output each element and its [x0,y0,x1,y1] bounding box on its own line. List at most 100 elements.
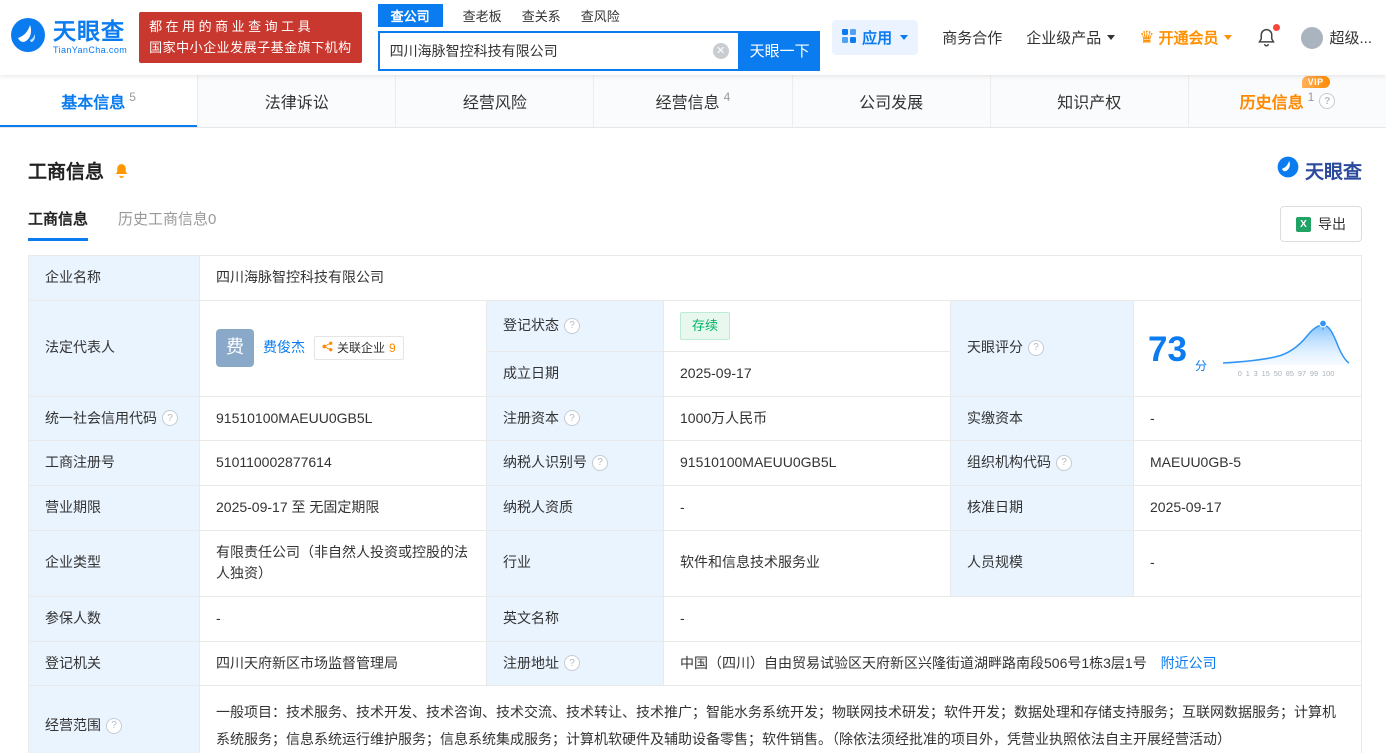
caret-down-icon [1224,35,1233,40]
table-row: 参保人数 - 英文名称 - [28,595,1362,642]
search-tab-relation[interactable]: 查关系 [522,6,561,25]
brand-watermark-label: 天眼查 [1304,161,1362,183]
search-tab-company[interactable]: 查公司 [377,4,443,27]
reg-no-value: 510110002877614 [199,440,487,486]
search-tab-boss[interactable]: 查老板 [463,6,502,25]
tab-company-development[interactable]: 公司发展 [793,75,991,127]
english-name-value: - [663,595,1362,642]
credit-code-label: 统一社会信用代码 [45,409,157,426]
tab-history-info[interactable]: 历史信息 VIP 1 ? [1189,75,1386,127]
est-date-value: 2025-09-17 [663,350,951,397]
credit-code-value: 91510100MAEUU0GB5L [199,395,487,442]
search-tab-risk[interactable]: 查风险 [581,6,620,25]
score-label-cell: 天眼评分? [950,299,1134,397]
help-icon[interactable]: ? [1319,93,1336,109]
reg-capital-value: 1000万人民币 [663,395,951,442]
search-input[interactable] [379,42,738,59]
table-row: 法定代表人 费 费俊杰 关联企业 9 登记状态 ? 存续 天眼评分 ? 73 分… [28,299,1362,397]
promo-line2: 国家中小企业发展子基金旗下机构 [149,39,352,55]
help-icon[interactable]: ? [106,717,122,734]
staff-size-value: - [1133,529,1362,597]
page: 天眼查 TianYanCha.com 都在用的商业查询工具 国家中小企业发展子基… [0,0,1386,753]
menu-vip[interactable]: ♛ 开通会员 [1139,27,1233,48]
caret-down-icon [1107,35,1116,40]
user-menu[interactable]: 超级... [1301,26,1372,49]
grid-icon [842,28,857,47]
tianyancha-logo-icon [10,17,46,58]
search-row: ✕ 天眼一下 [377,30,820,71]
tab-legal-litigation[interactable]: 法律诉讼 [198,75,397,127]
business-info-table: 企业名称 四川海脉智控科技有限公司 法定代表人 费 费俊杰 关联企业 9 登记状… [28,255,1362,753]
crown-icon: ♛ [1139,28,1155,47]
table-row: 统一社会信用代码? 91510100MAEUU0GB5L 注册资本? 1000万… [28,395,1362,442]
subscribe-bell-icon[interactable] [113,162,130,179]
tab-history-info-wrap: 历史信息 VIP [1240,76,1330,113]
promo-line1: 都在用的商业查询工具 [149,18,315,34]
help-icon[interactable]: ? [564,317,580,334]
tab-basic-info[interactable]: 基本信息 5 [0,75,199,127]
reg-status-value-cell: 存续 [663,299,951,352]
brand-watermark: 天眼查 [1277,156,1362,184]
tab-operation-info-count: 4 [723,90,731,104]
menu-cooperation[interactable]: 商务合作 [942,27,1002,48]
tab-operation-info-label: 经营信息 [655,95,720,112]
address-value-cell: 中国（四川）自由贸易试验区天府新区兴隆街道湖畔路南段506号1栋3层1号 附近公… [663,640,1362,687]
biz-term-label: 营业期限 [28,484,200,531]
table-row: 登记机关 四川天府新区市场监督管理局 注册地址? 中国（四川）自由贸易试验区天府… [28,640,1362,687]
reg-status-label: 登记状态 [503,316,559,333]
org-code-label-cell: 组织机构代码? [950,440,1134,486]
related-enterprise-badge[interactable]: 关联企业 9 [314,335,404,361]
industry-label: 行业 [486,529,664,597]
scope-value: 一般项目：技术服务、技术开发、技术咨询、技术交流、技术转让、技术推广；智能水务系… [199,685,1362,753]
logo-text: 天眼查 TianYanCha.com [53,20,127,55]
address-value: 中国（四川）自由贸易试验区天府新区兴隆街道湖畔路南段506号1栋3层1号 [680,654,1147,671]
score-axis-labels: 0 1 3 15 50 85 97 99 100 [1237,369,1335,378]
menu-enterprise[interactable]: 企业级产品 [1026,27,1116,48]
address-label-cell: 注册地址? [486,640,664,687]
nearby-companies-link[interactable]: 附近公司 [1161,655,1217,671]
notification-dot [1273,24,1281,31]
search-button[interactable]: 天眼一下 [739,30,820,71]
help-icon[interactable]: ? [592,455,608,472]
company-type-label: 企业类型 [28,529,200,597]
legal-rep-avatar[interactable]: 费 [216,329,254,368]
tab-company-development-label: 公司发展 [859,95,924,112]
section-head: 工商信息 天眼查 [28,156,1362,184]
tab-intellectual-property[interactable]: 知识产权 [991,75,1189,127]
score-unit: 分 [1194,358,1207,373]
tianyancha-logo[interactable]: 天眼查 TianYanCha.com [10,17,127,58]
status-badge: 存续 [680,311,731,340]
legal-rep-label: 法定代表人 [28,299,200,397]
subtab-history-business-info[interactable]: 历史工商信息0 [118,208,216,241]
tab-operation-info[interactable]: 经营信息 4 [594,75,793,127]
tab-operation-risk[interactable]: 经营风险 [396,75,595,127]
reg-no-label: 工商注册号 [28,440,200,486]
promo-banner: 都在用的商业查询工具 国家中小企业发展子基金旗下机构 [139,11,362,64]
company-name-value: 四川海脉智控科技有限公司 [199,255,1362,301]
score-label: 天眼评分 [967,339,1023,356]
tab-history-info-count: 1 [1307,90,1315,104]
table-row: 经营范围? 一般项目：技术服务、技术开发、技术咨询、技术交流、技术转让、技术推广… [28,685,1362,753]
user-avatar [1301,26,1324,49]
apps-menu[interactable]: 应用 [832,20,919,55]
table-row: 企业类型 有限责任公司（非自然人投资或控股的法人独资） 行业 软件和信息技术服务… [28,529,1362,597]
clear-icon[interactable]: ✕ [712,42,729,59]
insured-label: 参保人数 [28,595,200,642]
insured-value: - [199,595,487,642]
legal-rep-name-link[interactable]: 费俊杰 [263,337,305,359]
help-icon[interactable]: ? [564,410,580,427]
org-code-value: MAEUU0GB-5 [1133,440,1362,486]
help-icon[interactable]: ? [564,655,580,672]
notification-bell-icon[interactable] [1256,24,1281,48]
help-icon[interactable]: ? [1056,455,1072,472]
address-label: 注册地址 [503,654,559,671]
score-distribution-chart[interactable]: 0 1 3 15 50 85 97 99 100 [1221,318,1351,380]
tab-legal-litigation-label: 法律诉讼 [264,95,329,112]
logo-title: 天眼查 [53,18,125,44]
help-icon[interactable]: ? [162,410,178,427]
taxpayer-id-value: 91510100MAEUU0GB5L [663,440,951,486]
export-button[interactable]: X 导出 [1280,206,1362,242]
subtab-business-info[interactable]: 工商信息 [28,208,89,241]
reg-capital-label: 注册资本 [503,409,559,426]
help-icon[interactable]: ? [1028,340,1044,357]
